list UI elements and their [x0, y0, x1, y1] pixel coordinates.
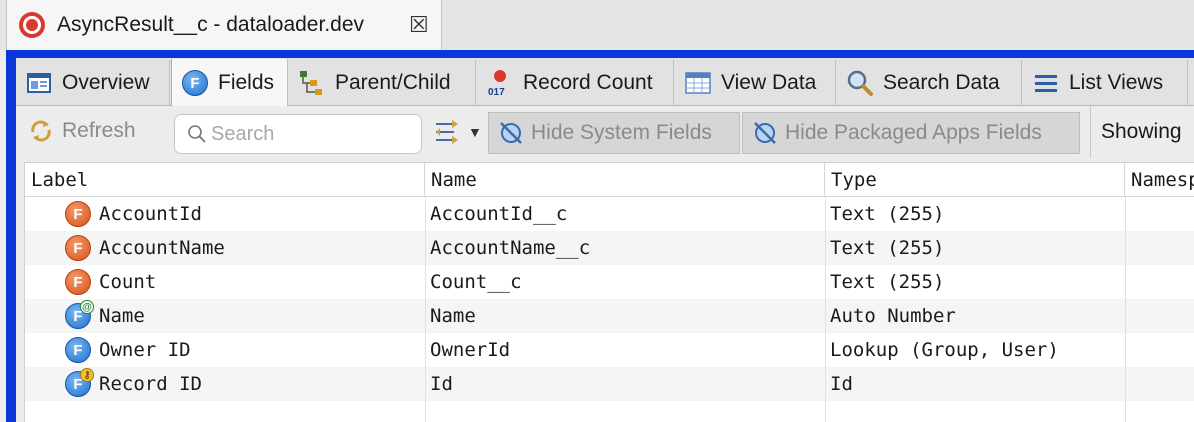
column-divider: [425, 197, 426, 422]
field-label: Name: [99, 305, 145, 327]
tab-label: List Views: [1069, 71, 1164, 94]
hide-packaged-label: Hide Packaged Apps Fields: [785, 121, 1042, 144]
column-header-type[interactable]: Type: [825, 163, 1125, 197]
custom-field-icon: F: [65, 201, 91, 227]
field-api-name: Name: [430, 305, 476, 327]
tab-record-count[interactable]: 017 Record Count: [477, 60, 674, 106]
field-type: Text (255): [830, 271, 945, 293]
editor-tab-bar: AsyncResult__c - dataloader.dev ☒: [0, 0, 1194, 50]
hide-system-icon: [500, 122, 522, 144]
tab-label: Record Count: [523, 71, 653, 94]
field-api-name: AccountName__c: [430, 237, 591, 259]
column-header-name[interactable]: Name: [425, 163, 825, 197]
toolbar: Refresh ▼ Hide System Fields Hide Packag…: [16, 106, 1194, 158]
custom-field-icon: F: [65, 269, 91, 295]
field-label: AccountId: [99, 203, 202, 225]
tab-list-views[interactable]: List Views: [1023, 60, 1188, 106]
table-header: Label Name Type Namesp: [25, 163, 1194, 197]
field-filter-dropdown[interactable]: ▼: [432, 118, 482, 146]
table-row[interactable]: F Count Count__c Text (255): [25, 265, 1194, 299]
refresh-icon: [31, 120, 51, 142]
column-divider: [1125, 197, 1126, 422]
hide-system-fields-toggle[interactable]: Hide System Fields: [488, 112, 740, 154]
label-cell: F Count: [65, 265, 425, 299]
table-icon: [685, 70, 711, 96]
hierarchy-icon: [299, 70, 325, 96]
field-label: AccountName: [99, 237, 225, 259]
editor-content: Overview F Fields Parent/Child 017 Recor…: [16, 58, 1194, 422]
field-label: Count: [99, 271, 157, 293]
table-row[interactable]: F AccountId AccountId__c Text (255): [25, 197, 1194, 231]
table-row[interactable]: F AccountName AccountName__c Text (255): [25, 231, 1194, 265]
list-icon: [1033, 70, 1059, 96]
label-cell: F AccountName: [65, 231, 425, 265]
magnifier-icon: [847, 70, 873, 96]
editor-tab[interactable]: AsyncResult__c - dataloader.dev ☒: [6, 0, 442, 50]
tab-label: Overview: [62, 71, 150, 94]
tab-fields[interactable]: F Fields: [171, 59, 288, 107]
fields-icon: F: [182, 70, 208, 96]
hide-packaged-icon: [754, 122, 776, 144]
overview-icon: [26, 70, 52, 96]
refresh-button[interactable]: Refresh: [28, 118, 136, 144]
label-cell: F ⚷ Record ID: [65, 367, 425, 401]
field-api-name: Id: [430, 373, 453, 395]
page-tab-bar: Overview F Fields Parent/Child 017 Recor…: [16, 58, 1194, 107]
search-icon: [188, 125, 206, 143]
hide-packaged-fields-toggle[interactable]: Hide Packaged Apps Fields: [742, 112, 1080, 154]
column-header-label[interactable]: Label: [25, 163, 425, 197]
label-cell: F AccountId: [65, 197, 425, 231]
tab-label: View Data: [721, 71, 817, 94]
refresh-label: Refresh: [62, 119, 136, 142]
record-count-icon: 017: [487, 70, 513, 97]
field-type: Text (255): [830, 203, 945, 225]
close-icon[interactable]: ☒: [409, 12, 429, 38]
svg-text:017: 017: [488, 87, 505, 97]
tab-label: Fields: [218, 71, 275, 94]
tab-search-data[interactable]: Search Data: [837, 60, 1022, 106]
tab-view-data[interactable]: View Data: [675, 60, 836, 106]
id-field-icon: F ⚷: [65, 368, 94, 397]
label-cell: F @ Name: [65, 299, 425, 333]
tab-parent-child[interactable]: Parent/Child: [289, 60, 476, 106]
column-divider: [825, 197, 826, 422]
field-type: Lookup (Group, User): [830, 339, 1059, 361]
hide-system-label: Hide System Fields: [531, 121, 712, 144]
tab-label: Parent/Child: [335, 71, 451, 94]
editor-tab-title: AsyncResult__c - dataloader.dev: [57, 13, 365, 36]
chevron-down-icon: ▼: [468, 124, 482, 140]
field-type: Text (255): [830, 237, 945, 259]
field-label: Owner ID: [99, 339, 191, 361]
field-label: Record ID: [99, 373, 202, 395]
field-type: Auto Number: [830, 305, 956, 327]
field-api-name: AccountId__c: [430, 203, 568, 225]
search-field[interactable]: [174, 114, 422, 154]
label-cell: F Owner ID: [65, 333, 425, 367]
custom-field-icon: F: [65, 235, 91, 261]
object-icon: [19, 12, 45, 38]
table-row[interactable]: F @ Name Name Auto Number: [25, 299, 1194, 333]
fields-table: Label Name Type Namesp F AccountId Accou…: [24, 162, 1194, 422]
editor-frame: Overview F Fields Parent/Child 017 Recor…: [6, 50, 1194, 422]
search-input[interactable]: [211, 122, 411, 146]
field-api-name: OwnerId: [430, 339, 511, 361]
field-api-name: Count__c: [430, 271, 522, 293]
field-type: Id: [830, 373, 853, 395]
table-row[interactable]: F ⚷ Record ID Id Id: [25, 367, 1194, 401]
showing-status: Showing: [1090, 106, 1182, 158]
tab-overview[interactable]: Overview: [16, 60, 170, 106]
name-field-icon: F @: [65, 300, 94, 329]
filter-arrows-icon: [436, 120, 458, 144]
column-header-namespace[interactable]: Namesp: [1125, 163, 1194, 197]
standard-field-icon: F: [65, 337, 91, 363]
table-row[interactable]: F Owner ID OwnerId Lookup (Group, User): [25, 333, 1194, 367]
tab-label: Search Data: [883, 71, 1000, 94]
